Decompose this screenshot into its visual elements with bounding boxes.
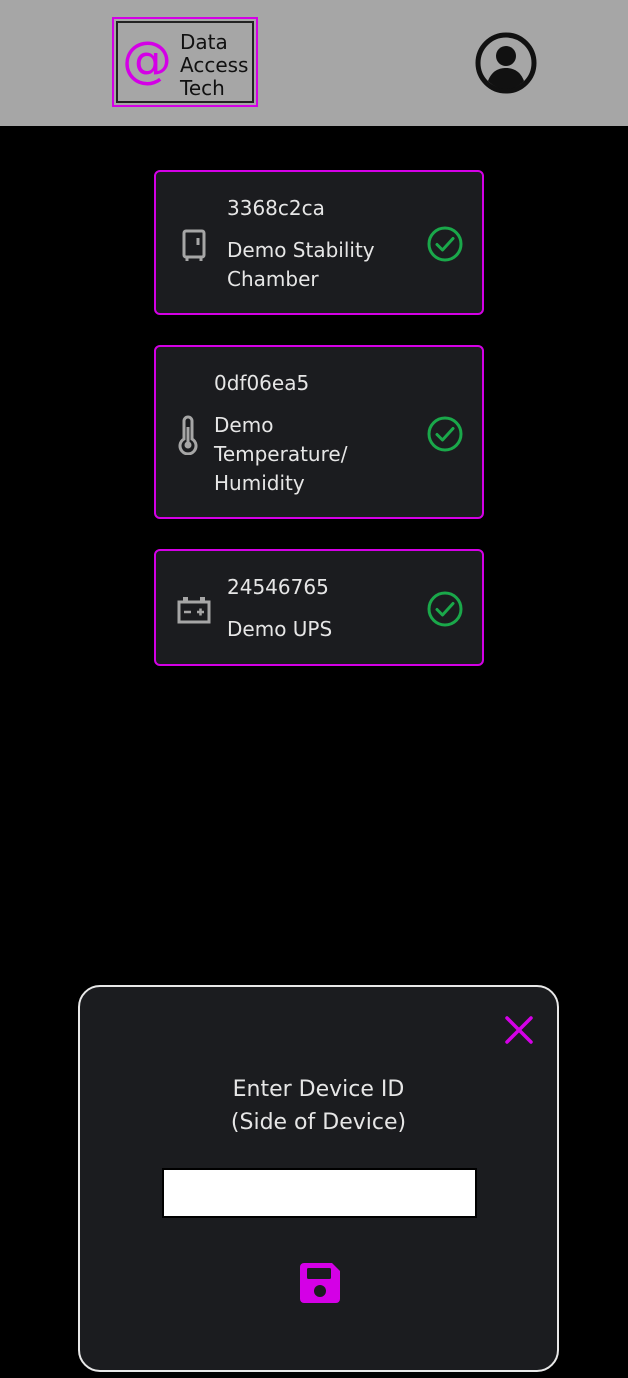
check-circle-icon [426,225,464,263]
device-name: Demo Temperature/ Humidity [214,413,348,495]
save-icon[interactable] [296,1259,344,1307]
battery-icon [177,596,211,624]
device-card[interactable]: 3368c2ca Demo Stability Chamber [154,170,484,315]
logo-at-symbol: @ [122,31,172,89]
logo-frame: @ Data Access Tech [116,21,254,103]
modal-title-line-2: (Side of Device) [230,1110,407,1135]
check-circle-icon [426,590,464,628]
device-id: 0df06ea5 [214,371,310,395]
add-device-modal: Enter Device ID (Side of Device) [78,985,559,1372]
close-icon[interactable] [504,1015,534,1045]
modal-title: Enter Device ID (Side of Device) [80,1073,557,1139]
device-card[interactable]: 24546765 Demo UPS [154,549,484,666]
thermometer-icon [176,415,200,456]
logo-line-1: Data [180,30,228,54]
user-circle-icon[interactable] [474,31,538,95]
check-circle-icon [426,415,464,453]
logo[interactable]: @ Data Access Tech [112,17,258,107]
logo-line-2: Access [180,53,249,77]
logo-text: Data Access Tech [180,31,248,100]
device-id-input[interactable] [162,1168,477,1218]
device-id: 24546765 [227,575,329,599]
device-card[interactable]: 0df06ea5 Demo Temperature/ Humidity [154,345,484,519]
device-name: Demo UPS [227,617,333,641]
logo-line-3: Tech [180,76,225,100]
device-name: Demo Stability Chamber [227,238,375,291]
device-id: 3368c2ca [227,196,325,220]
refrigerator-icon [182,229,206,263]
app-header: @ Data Access Tech [0,0,628,126]
modal-title-line-1: Enter Device ID [232,1077,405,1102]
